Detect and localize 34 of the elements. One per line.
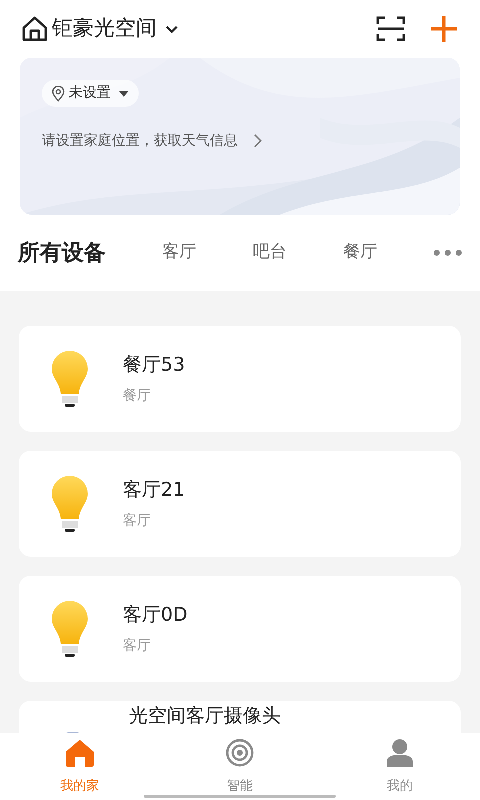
device-card[interactable]: 餐厅53 餐厅 [19, 326, 461, 432]
light-bulb-icon [51, 475, 89, 533]
nav-tab[interactable]: 智能 [192, 733, 288, 800]
room-tab[interactable]: 所有设备 [18, 236, 106, 270]
device-room: 客厅 [123, 512, 152, 531]
device-room: 餐厅 [123, 386, 152, 406]
home-name: 钜豪光空间 [52, 15, 157, 42]
home-icon [22, 16, 48, 42]
device-card[interactable]: 光空间客厅摄像头 [19, 701, 461, 735]
weather-prompt-link[interactable]: 请设置家庭位置，获取天气信息 [42, 130, 238, 152]
device-name: 餐厅53 [123, 353, 186, 378]
chevron-down-icon[interactable] [165, 24, 179, 34]
light-bulb-icon [51, 600, 89, 658]
device-card[interactable]: 客厅0D 客厅 [19, 576, 461, 682]
scan-icon[interactable] [376, 15, 406, 43]
chevron-right-icon[interactable] [254, 134, 262, 148]
location-selector[interactable]: 未设置 [42, 80, 139, 107]
room-tab[interactable]: 餐厅 [344, 240, 378, 266]
add-icon[interactable] [430, 15, 458, 43]
room-tab[interactable]: 吧台 [253, 240, 287, 266]
device-room: 客厅 [123, 636, 152, 656]
more-icon[interactable] [434, 250, 462, 256]
location-pin-icon [52, 86, 65, 102]
home-icon [65, 739, 95, 767]
target-icon [226, 739, 254, 767]
light-bulb-icon [51, 350, 89, 408]
person-icon [387, 739, 413, 767]
caret-down-icon [119, 90, 129, 96]
nav-tab[interactable]: 我的 [352, 733, 448, 800]
device-name: 光空间客厅摄像头 [129, 705, 281, 728]
device-name: 客厅0D [123, 603, 188, 628]
device-card[interactable]: 客厅21 客厅 [19, 451, 461, 557]
device-name: 客厅21 [123, 478, 186, 504]
room-tab[interactable]: 客厅 [162, 240, 196, 266]
